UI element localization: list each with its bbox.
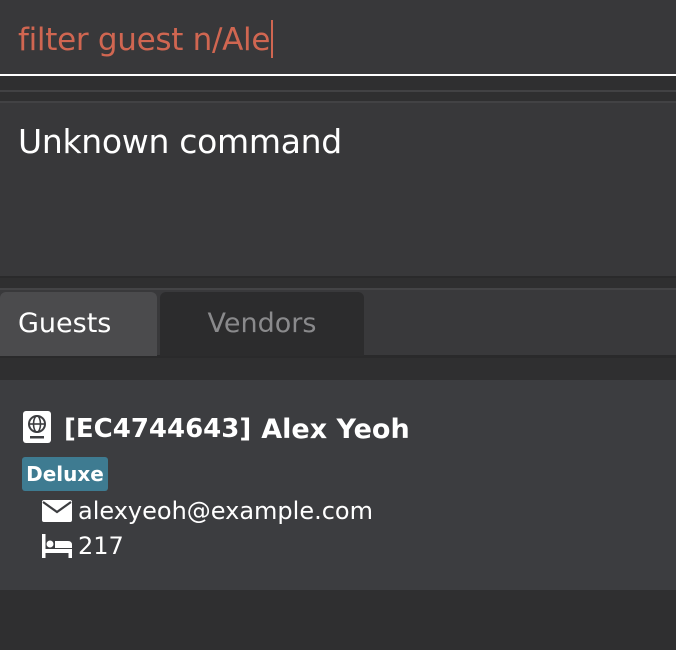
divider (0, 90, 676, 92)
mail-icon (42, 500, 72, 522)
room-type-tag: Deluxe (22, 457, 108, 491)
guest-id: [EC4744643] (64, 414, 252, 444)
tab-guests[interactable]: Guests (0, 292, 157, 356)
guest-room: 217 (78, 532, 124, 560)
command-input-text: filter guest n/Ale (18, 22, 271, 58)
command-input[interactable]: filter guest n/Ale (18, 20, 274, 60)
result-message: Unknown command (18, 122, 342, 161)
tab-vendors[interactable]: Vendors (160, 292, 364, 356)
text-caret (271, 20, 274, 58)
guest-email: alexyeoh@example.com (78, 497, 373, 525)
guest-email-row: alexyeoh@example.com (42, 495, 373, 527)
guest-room-row: 217 (42, 530, 124, 562)
bed-icon (42, 534, 72, 558)
guest-name: Alex Yeoh (261, 413, 410, 445)
guest-card-header: [EC4744643] Alex Yeoh (22, 408, 410, 450)
passport-icon (22, 410, 52, 448)
